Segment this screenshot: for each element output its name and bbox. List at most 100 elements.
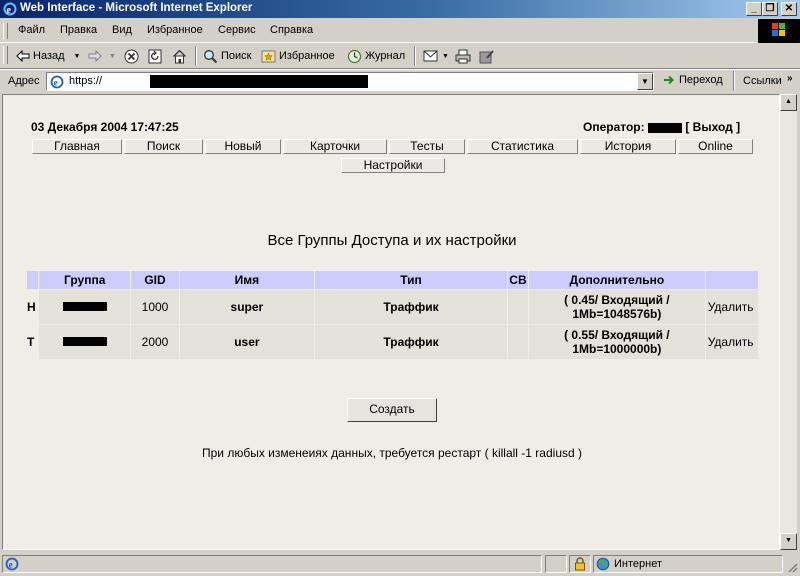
lock-icon xyxy=(575,557,585,571)
search-button[interactable]: Поиск xyxy=(203,47,251,65)
scroll-up-button[interactable]: ▲ xyxy=(780,94,797,111)
history-label: Журнал xyxy=(365,50,406,62)
zone-label: Интернет xyxy=(614,558,662,570)
forward-arrow-icon xyxy=(88,50,102,62)
print-button[interactable] xyxy=(455,47,471,65)
create-button[interactable]: Создать xyxy=(347,398,437,422)
menu-help[interactable]: Справка xyxy=(270,24,313,36)
svg-text:e: e xyxy=(7,5,12,16)
go-label: Переход xyxy=(679,74,723,86)
forward-button[interactable]: ▼ xyxy=(88,47,116,65)
back-button[interactable]: Назад ▼ xyxy=(16,47,80,65)
vertical-scrollbar[interactable]: ▲ ▼ xyxy=(780,94,797,550)
chevron-down-icon: ▼ xyxy=(73,52,81,60)
history-icon xyxy=(347,49,362,63)
history-button[interactable]: Журнал xyxy=(347,47,405,65)
logout-link[interactable]: [ Выход ] xyxy=(685,120,740,134)
page-viewport: 03 Декабря 2004 17:47:25 Оператор: [ Вых… xyxy=(2,94,780,550)
table-row: T 2000 user Траффик ( 0.55/ Входящий / 1… xyxy=(27,325,758,359)
chevron-down-icon: ▼ xyxy=(442,52,449,60)
group-cell xyxy=(39,325,131,359)
extra-line: ( 0.55/ Входящий / xyxy=(564,328,670,342)
operator-info: Оператор: [ Выход ] xyxy=(583,120,740,134)
restore-button[interactable]: ❐ xyxy=(762,2,778,16)
title-bar: e Web Interface - Microsoft Internet Exp… xyxy=(0,0,800,18)
standard-toolbar: Назад ▼ ▼ Поиск Избранное Журнал ▼ xyxy=(0,43,800,69)
column-header-name: Имя xyxy=(179,271,315,289)
delete-link[interactable]: Удалить xyxy=(705,325,758,359)
chevron-right-icon[interactable]: » xyxy=(787,73,793,84)
favorites-star-icon xyxy=(261,50,276,62)
status-message-pane: e xyxy=(2,555,542,573)
page-datetime: 03 Декабря 2004 17:47:25 xyxy=(31,120,179,134)
row-flag: T xyxy=(27,325,39,359)
zone-pane: Интернет xyxy=(593,555,783,573)
resize-grip-icon[interactable] xyxy=(786,561,798,573)
nav-history[interactable]: История xyxy=(580,139,676,154)
svg-text:e: e xyxy=(9,560,13,570)
page-heading: Все Группы Доступа и их настройки xyxy=(267,232,517,249)
column-header-type: Тип xyxy=(315,271,507,289)
name-cell: user xyxy=(179,325,315,359)
back-arrow-icon xyxy=(16,50,30,62)
group-cell xyxy=(39,290,131,324)
edit-page-icon xyxy=(479,49,494,63)
favorites-button[interactable]: Избранное xyxy=(261,47,335,65)
menu-favorites[interactable]: Избранное xyxy=(147,24,203,36)
links-label[interactable]: Ссылки xyxy=(743,75,782,87)
minimize-button[interactable]: _ xyxy=(746,2,762,16)
ie-logo-icon: e xyxy=(3,2,17,16)
stop-button[interactable] xyxy=(124,47,139,65)
mail-button[interactable]: ▼ xyxy=(423,47,449,65)
nav-statistics[interactable]: Статистика xyxy=(467,139,578,154)
address-bar: Адрес e https:// ▼ Переход Ссылки » xyxy=(0,69,800,93)
chevron-down-icon: ▼ xyxy=(109,52,116,60)
column-header-group: Группа xyxy=(39,271,131,289)
name-cell: super xyxy=(179,290,315,324)
menu-file[interactable]: Файл xyxy=(18,24,45,36)
address-input[interactable]: e https:// ▼ xyxy=(46,72,654,91)
status-bar: e Интернет xyxy=(0,553,800,576)
column-header xyxy=(705,271,758,289)
refresh-button[interactable] xyxy=(148,47,162,65)
home-icon xyxy=(173,49,186,63)
group-redacted xyxy=(62,302,107,311)
menu-edit[interactable]: Правка xyxy=(60,24,97,36)
operator-label: Оператор: xyxy=(583,120,645,134)
back-label: Назад xyxy=(33,50,65,62)
delete-link[interactable]: Удалить xyxy=(705,290,758,324)
nav-cards[interactable]: Карточки xyxy=(283,139,387,154)
toolbar-grip xyxy=(3,46,8,64)
address-dropdown-button[interactable]: ▼ xyxy=(637,73,653,90)
svg-text:e: e xyxy=(54,78,58,88)
home-button[interactable] xyxy=(172,47,187,65)
edit-button[interactable] xyxy=(479,47,495,65)
favorites-label: Избранное xyxy=(279,50,335,62)
menu-tools[interactable]: Сервис xyxy=(218,24,256,36)
nav-tests[interactable]: Тесты xyxy=(389,139,465,154)
security-pane xyxy=(569,555,591,573)
toolbar-separator xyxy=(414,46,416,66)
nav-online[interactable]: Online xyxy=(678,139,753,154)
nav-search[interactable]: Поиск xyxy=(124,139,203,154)
access-groups-table: Группа GID Имя Тип СВ Дополнительно H 10… xyxy=(26,270,759,360)
menu-view[interactable]: Вид xyxy=(112,24,132,36)
toolbar-separator xyxy=(195,46,197,66)
column-header-gid: GID xyxy=(131,271,179,289)
table-header-row: Группа GID Имя Тип СВ Дополнительно xyxy=(27,271,758,289)
column-header xyxy=(27,271,39,289)
go-button[interactable]: Переход xyxy=(662,71,723,89)
scroll-down-button[interactable]: ▼ xyxy=(780,533,797,550)
group-redacted xyxy=(62,337,107,346)
column-header-extra: Дополнительно xyxy=(529,271,705,289)
nav-main[interactable]: Главная xyxy=(32,139,122,154)
refresh-icon xyxy=(148,49,162,63)
gid-cell: 1000 xyxy=(131,290,179,324)
address-url: https:// xyxy=(69,75,103,87)
nav-settings[interactable]: Настройки xyxy=(341,158,445,173)
toolbar-separator xyxy=(733,71,735,91)
toolbar-grip xyxy=(3,23,8,39)
close-button[interactable]: ✕ xyxy=(781,2,797,16)
page-done-icon: e xyxy=(5,557,19,571)
nav-new[interactable]: Новый xyxy=(205,139,281,154)
